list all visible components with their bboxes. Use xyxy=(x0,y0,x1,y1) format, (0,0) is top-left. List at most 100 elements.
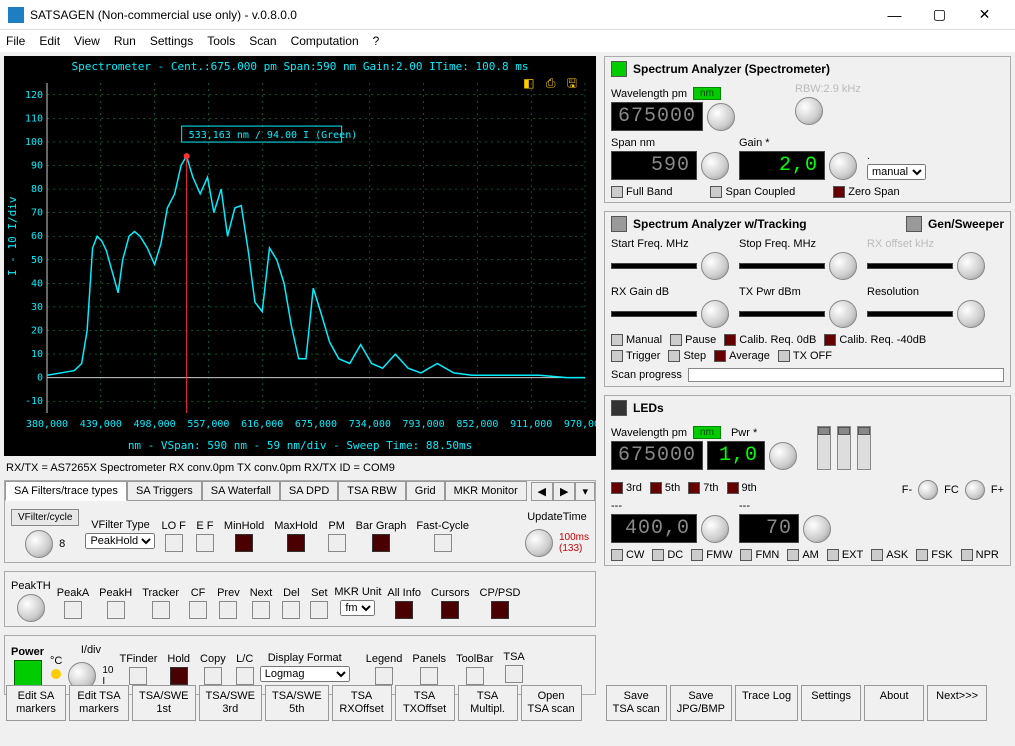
led-pwr-knob[interactable] xyxy=(769,442,797,470)
rxgain-knob[interactable] xyxy=(701,300,729,328)
maxhold-button[interactable] xyxy=(287,534,305,552)
plot-canvas[interactable]: -100102030405060708090100110120380,00043… xyxy=(4,73,596,453)
5th-check[interactable] xyxy=(650,482,662,494)
vfilter-type-select[interactable]: PeakHold xyxy=(85,533,155,549)
pause-check[interactable] xyxy=(670,334,682,346)
vfilter-cycle-button[interactable]: VFilter/cycle xyxy=(11,509,79,526)
slider-2[interactable] xyxy=(837,426,851,470)
tsa-swe-1st-button[interactable]: TSA/SWE1st xyxy=(132,685,196,721)
vfilter-knob[interactable] xyxy=(25,530,53,558)
wavelength-display[interactable]: 675000 xyxy=(611,102,703,131)
txpwr-display[interactable] xyxy=(739,311,825,317)
span-knob[interactable] xyxy=(701,152,729,180)
peakth-knob[interactable] xyxy=(17,594,45,622)
slider-1[interactable] xyxy=(817,426,831,470)
led-pwr-display[interactable]: 1,0 xyxy=(707,441,765,470)
fsk-check[interactable] xyxy=(916,549,928,561)
plot-toolbar-icons[interactable]: ◧ ⎙ 🖫 xyxy=(523,74,581,95)
lo-f-button[interactable] xyxy=(165,534,183,552)
save-jpg-bmp-button[interactable]: SaveJPG/BMP xyxy=(670,685,732,721)
rxgain-display[interactable] xyxy=(611,311,697,317)
menu-scan[interactable]: Scan xyxy=(249,34,276,48)
led-val1-display[interactable]: 400,0 xyxy=(611,514,697,543)
resolution-knob[interactable] xyxy=(957,300,985,328)
trace-log-button[interactable]: Trace Log xyxy=(735,685,798,721)
resolution-display[interactable] xyxy=(867,311,953,317)
gain-display[interactable]: 2,0 xyxy=(739,151,825,180)
tab-nav[interactable]: ◀ xyxy=(531,482,553,501)
pm-button[interactable] xyxy=(328,534,346,552)
mode-select[interactable]: manual xyxy=(867,164,926,180)
tab-mkr-monitor[interactable]: MKR Monitor xyxy=(445,481,527,501)
gain-knob[interactable] xyxy=(829,152,857,180)
tsa-txoffset-button[interactable]: TSATXOffset xyxy=(395,685,455,721)
rxoffset-display[interactable] xyxy=(867,263,953,269)
am-check[interactable] xyxy=(787,549,799,561)
calib-req-40db-check[interactable] xyxy=(824,334,836,346)
peakh-button[interactable] xyxy=(107,601,125,619)
led-val1-knob[interactable] xyxy=(701,515,729,543)
menu-run[interactable]: Run xyxy=(114,34,136,48)
led-val2-knob[interactable] xyxy=(803,515,831,543)
manual-check[interactable] xyxy=(611,334,623,346)
tab-tsa-rbw[interactable]: TSA RBW xyxy=(338,481,406,501)
cursors-button[interactable] xyxy=(441,601,459,619)
cw-check[interactable] xyxy=(611,549,623,561)
bar-graph-button[interactable] xyxy=(372,534,390,552)
tab-sa-waterfall[interactable]: SA Waterfall xyxy=(202,481,280,501)
tsa-swe-5th-button[interactable]: TSA/SWE5th xyxy=(265,685,329,721)
tab-sa-filters-trace-types[interactable]: SA Filters/trace types xyxy=(5,481,127,501)
fmw-check[interactable] xyxy=(691,549,703,561)
stopfreq-display[interactable] xyxy=(739,263,825,269)
nm-tag[interactable]: nm xyxy=(693,87,721,100)
ask-check[interactable] xyxy=(871,549,883,561)
menu-view[interactable]: View xyxy=(74,34,100,48)
txpwr-knob[interactable] xyxy=(829,300,857,328)
led-val2-display[interactable]: 70 xyxy=(739,514,799,543)
update-time-knob[interactable] xyxy=(525,529,553,557)
menu-file[interactable]: File xyxy=(6,34,25,48)
menu-tools[interactable]: Tools xyxy=(207,34,235,48)
set-button[interactable] xyxy=(310,601,328,619)
spancoupled-check[interactable] xyxy=(710,186,722,198)
menu-?[interactable]: ? xyxy=(373,34,380,48)
menu-settings[interactable]: Settings xyxy=(150,34,193,48)
all-info-button[interactable] xyxy=(395,601,413,619)
rbw-knob[interactable] xyxy=(795,97,823,125)
rxoffset-knob[interactable] xyxy=(957,252,985,280)
tracker-button[interactable] xyxy=(152,601,170,619)
startfreq-knob[interactable] xyxy=(701,252,729,280)
next--button[interactable]: Next>>> xyxy=(927,685,987,721)
led-wavelength-display[interactable]: 675000 xyxy=(611,441,703,470)
tx-off-check[interactable] xyxy=(778,350,790,362)
save-tsa-scan-button[interactable]: SaveTSA scan xyxy=(606,685,667,721)
about-button[interactable]: About xyxy=(864,685,924,721)
fminus-knob[interactable] xyxy=(918,480,938,500)
tab-nav[interactable]: ▾ xyxy=(575,482,595,501)
tab-grid[interactable]: Grid xyxy=(406,481,445,501)
minhold-button[interactable] xyxy=(235,534,253,552)
startfreq-display[interactable] xyxy=(611,263,697,269)
span-display[interactable]: 590 xyxy=(611,151,697,180)
prev-button[interactable] xyxy=(219,601,237,619)
tab-nav[interactable]: ▶ xyxy=(553,482,575,501)
tsa-swe-3rd-button[interactable]: TSA/SWE3rd xyxy=(199,685,263,721)
settings-button[interactable]: Settings xyxy=(801,685,861,721)
tsa-button[interactable] xyxy=(505,665,523,683)
tsa-rxoffset-button[interactable]: TSARXOffset xyxy=(332,685,392,721)
9th-check[interactable] xyxy=(727,482,739,494)
tab-sa-triggers[interactable]: SA Triggers xyxy=(127,481,202,501)
7th-check[interactable] xyxy=(688,482,700,494)
slider-3[interactable] xyxy=(857,426,871,470)
tsa-multipl--button[interactable]: TSAMultipl. xyxy=(458,685,518,721)
fc-knob[interactable] xyxy=(965,480,985,500)
spectrum-plot[interactable]: Spectrometer - Cent.:675.000 pm Span:590… xyxy=(4,56,596,456)
3rd-check[interactable] xyxy=(611,482,623,494)
del-button[interactable] xyxy=(282,601,300,619)
zerospan-check[interactable] xyxy=(833,186,845,198)
menu-edit[interactable]: Edit xyxy=(39,34,60,48)
cf-button[interactable] xyxy=(189,601,207,619)
minimize-button[interactable]: — xyxy=(872,1,917,29)
step-check[interactable] xyxy=(668,350,680,362)
average-check[interactable] xyxy=(714,350,726,362)
